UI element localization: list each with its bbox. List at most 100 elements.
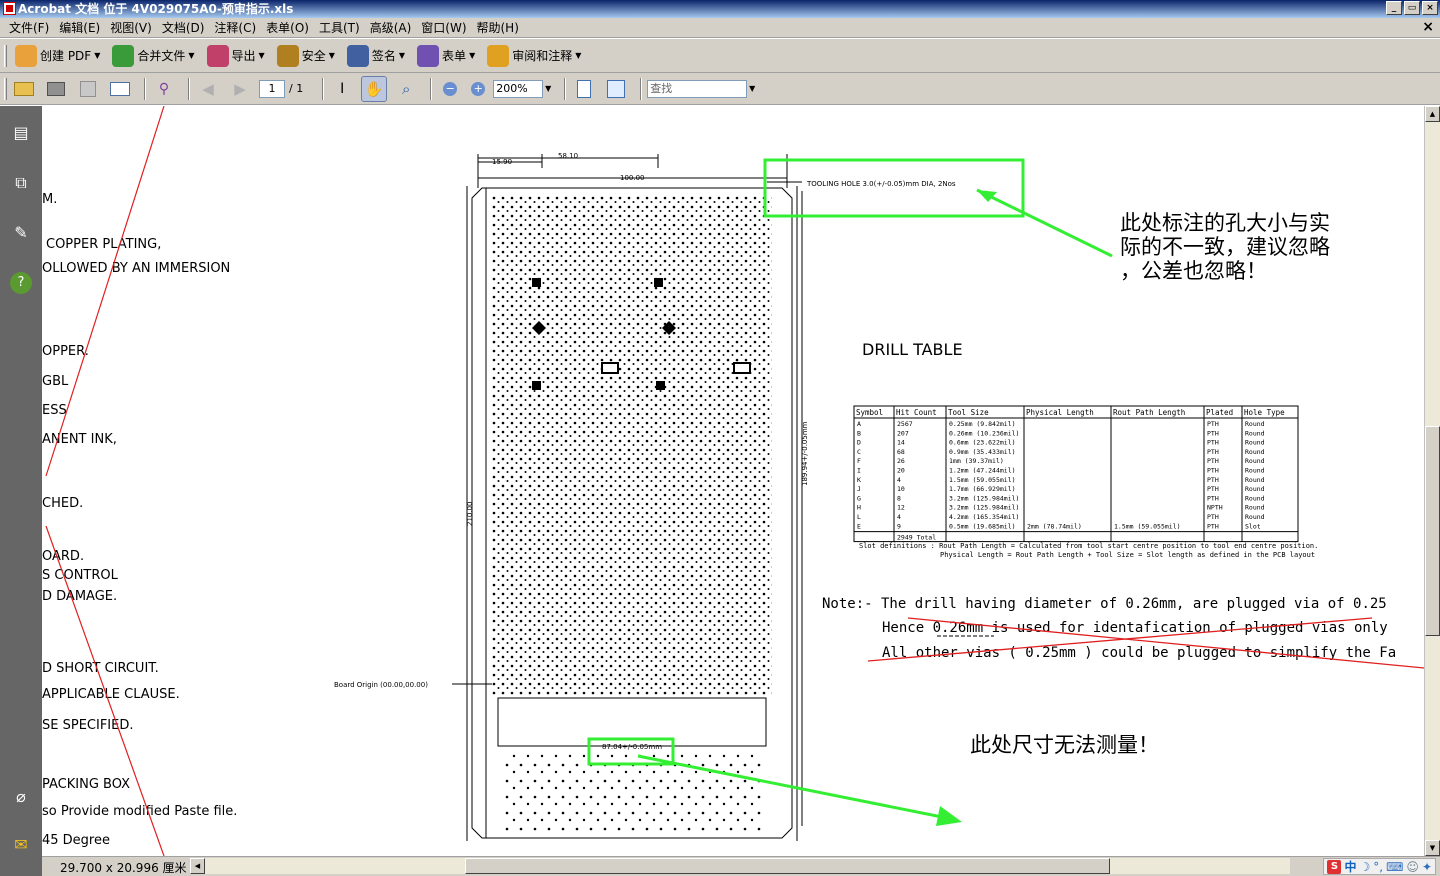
table-cell: 14 — [897, 439, 905, 447]
scroll-thumb[interactable] — [1425, 426, 1440, 636]
table-cell: PTH — [1207, 420, 1219, 428]
scroll-thumb[interactable] — [465, 858, 1110, 874]
search-document-button[interactable]: ⚲ — [151, 76, 177, 102]
scroll-up-icon[interactable]: ▲ — [1425, 106, 1440, 122]
scroll-left-icon[interactable]: ◀ — [190, 858, 205, 874]
menu-tools[interactable]: 工具(T) — [314, 18, 365, 38]
open-button[interactable] — [11, 76, 37, 102]
table-cell: G — [857, 494, 861, 502]
select-tool-button[interactable]: I — [329, 76, 355, 102]
export-icon — [206, 44, 229, 67]
horizontal-scrollbar[interactable]: ◀ — [190, 858, 1290, 874]
comments-icon[interactable]: ✉ — [10, 834, 32, 856]
ime-toolbar[interactable]: S 中 ☽ °, ⌨ ☺ ✦ — [1323, 858, 1436, 875]
restore-button[interactable]: ▭ — [1404, 1, 1420, 15]
menu-window[interactable]: 窗口(W) — [416, 18, 471, 38]
zoom-out-button[interactable]: − — [437, 76, 463, 102]
next-page-button[interactable]: ▶ — [227, 76, 253, 102]
find-input[interactable]: 查找 — [647, 79, 748, 98]
page-size-readout: 29.700 x 20.996 厘米 — [60, 861, 187, 875]
toolbar-grip[interactable] — [4, 77, 7, 100]
highlight-box — [763, 158, 1025, 218]
print-button[interactable] — [43, 76, 69, 102]
punctuation-icon[interactable]: °, — [1373, 860, 1383, 874]
table-cell: L — [857, 513, 861, 521]
close-button[interactable]: × — [1422, 1, 1438, 15]
menu-comments[interactable]: 注释(C) — [209, 18, 261, 38]
table-cell: 0.5mm (19.685mil) — [949, 522, 1016, 530]
menu-advanced[interactable]: 高级(A) — [365, 18, 417, 38]
table-total: 2949 Total — [897, 534, 936, 542]
pdf-page: M. COPPER PLATING, OLLOWED BY AN IMMERSI… — [42, 106, 1424, 856]
toolbar-grip[interactable] — [4, 44, 7, 67]
fit-page-icon — [577, 79, 592, 98]
minimize-button[interactable]: _ — [1386, 1, 1402, 15]
chevron-down-icon[interactable]: ▼ — [747, 80, 757, 98]
attachments-icon[interactable]: ⌀ — [10, 786, 32, 808]
sign-button[interactable]: 签名 ▼ — [343, 43, 409, 69]
close-document-icon[interactable]: × — [1422, 19, 1434, 35]
note-line: S CONTROL — [42, 568, 119, 583]
zoom-level-select[interactable]: 200% — [493, 79, 544, 98]
keyboard-icon[interactable]: ⌨ — [1386, 860, 1403, 874]
menu-file[interactable]: 文件(F) — [4, 18, 54, 38]
signatures-icon[interactable]: ✎ — [10, 222, 32, 244]
note-line: D DAMAGE. — [42, 589, 117, 604]
help-icon[interactable]: ? — [10, 272, 32, 294]
sign-label: 签名 — [371, 49, 396, 63]
chevron-down-icon: ▼ — [188, 51, 195, 60]
note-line: OARD. — [42, 549, 84, 564]
zoom-in-button[interactable]: + — [465, 76, 491, 102]
moon-icon[interactable]: ☽ — [1360, 860, 1371, 874]
export-button[interactable]: 导出 ▼ — [203, 43, 269, 69]
table-cell: Round — [1245, 485, 1265, 493]
status-bar: 29.700 x 20.996 厘米 ◀ S 中 ☽ °, ⌨ ☺ ✦ — [42, 856, 1440, 876]
navigation-toolbar: ⚲ ◀ ▶ 1 / 1 I ✋ ⌕ − + 200% ▼ 查找 ▼ — [0, 73, 1440, 105]
combine-files-icon — [112, 44, 135, 67]
note-text: Note:- The drill having diameter of 0.26… — [822, 596, 1387, 612]
menu-view[interactable]: 视图(V) — [105, 18, 157, 38]
table-cell: 0.9mm (35.433mil) — [949, 448, 1016, 456]
table-cell: NPTH — [1207, 504, 1223, 512]
document-view[interactable]: M. COPPER PLATING, OLLOWED BY AN IMMERSI… — [42, 106, 1424, 856]
note-line: so Provide modified Paste file. — [42, 804, 237, 819]
combine-files-button[interactable]: 合并文件 ▼ — [108, 43, 198, 69]
create-pdf-button[interactable]: 创建 PDF ▼ — [11, 43, 104, 69]
bookmarks-icon[interactable]: ⧉ — [10, 172, 32, 194]
chevron-down-icon: ▼ — [398, 51, 406, 60]
review-comment-button[interactable]: 审阅和注释 ▼ — [483, 43, 585, 69]
page-number-input[interactable]: 1 — [259, 79, 285, 98]
email-button[interactable] — [107, 76, 133, 102]
hand-tool-button[interactable]: ✋ — [361, 75, 388, 102]
component — [601, 362, 619, 374]
wrench-icon[interactable]: ✦ — [1422, 860, 1432, 874]
table-border — [853, 405, 1299, 543]
ime-language[interactable]: 中 — [1344, 858, 1356, 875]
menu-document[interactable]: 文档(D) — [157, 18, 210, 38]
save-button[interactable] — [75, 76, 101, 102]
table-header-cell: Symbol — [856, 408, 883, 417]
menu-help[interactable]: 帮助(H) — [472, 18, 524, 38]
scroll-down-icon[interactable]: ▼ — [1425, 840, 1440, 856]
dimension-text: 210.00 — [466, 502, 474, 527]
security-button[interactable]: 安全 ▼ — [273, 43, 339, 69]
forms-label: 表单 — [442, 49, 467, 63]
table-cell: D — [857, 439, 861, 447]
user-icon[interactable]: ☺ — [1406, 860, 1419, 874]
vertical-scrollbar[interactable]: ▲ ▼ — [1424, 106, 1440, 856]
menu-forms[interactable]: 表单(O) — [261, 18, 314, 38]
forms-button[interactable]: 表单 ▼ — [413, 43, 479, 69]
previous-page-button[interactable]: ◀ — [195, 76, 221, 102]
chevron-down-icon[interactable]: ▼ — [543, 80, 553, 98]
zoom-tool-button[interactable]: ⌕ — [393, 76, 419, 102]
pages-icon[interactable]: ▤ — [10, 122, 32, 144]
fit-page-button[interactable] — [571, 76, 597, 102]
fit-width-button[interactable] — [603, 76, 629, 102]
menu-edit[interactable]: 编辑(E) — [54, 18, 105, 38]
note-line: COPPER PLATING, — [46, 237, 161, 252]
zoom-icon: ⌕ — [402, 79, 411, 98]
table-cell: 0.25mm (9.842mil) — [949, 420, 1016, 428]
pad — [656, 381, 665, 390]
fit-width-icon — [607, 79, 626, 98]
annotation-text: 此处尺寸无法测量！ — [970, 733, 1159, 757]
